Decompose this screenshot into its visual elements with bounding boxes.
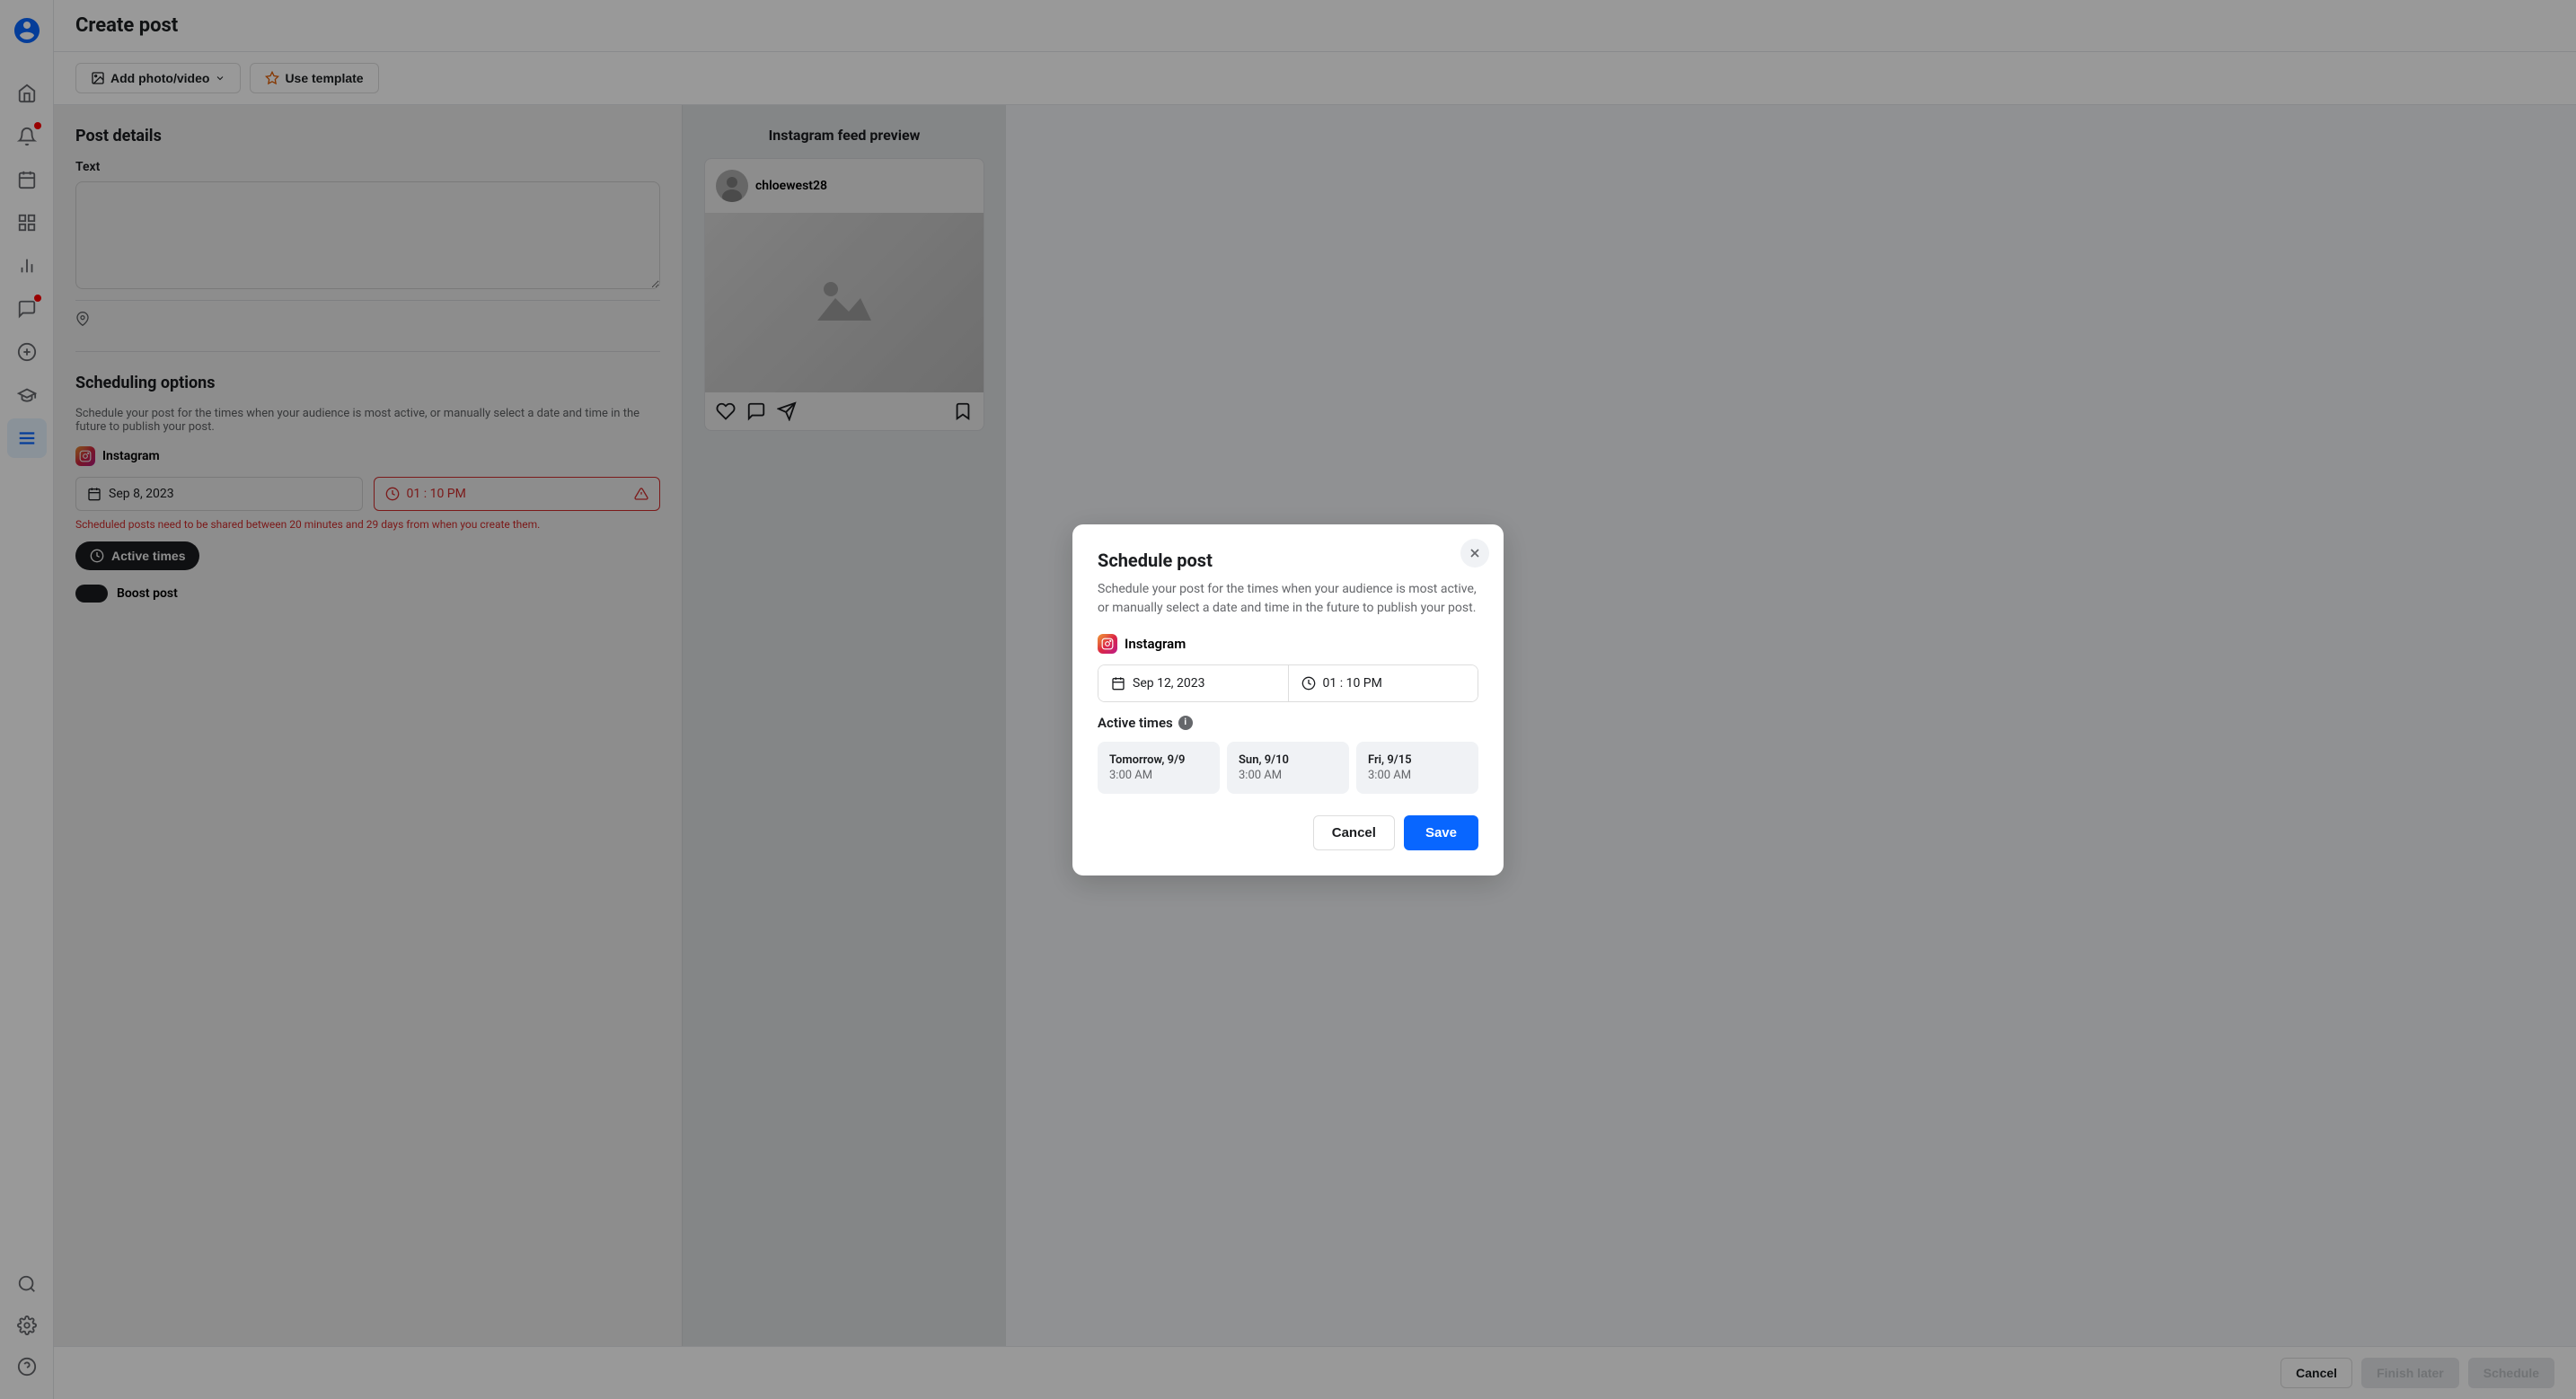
modal-platform-name: Instagram (1125, 636, 1186, 652)
modal-date-time: Sep 12, 2023 01 : 10 PM (1098, 664, 1478, 702)
modal-active-times-label: Active times i (1098, 715, 1478, 731)
modal-cancel-label: Cancel (1332, 825, 1376, 840)
modal-save-label: Save (1425, 825, 1457, 840)
modal-time-value: 01 : 10 PM (1323, 676, 1382, 691)
modal-title: Schedule post (1098, 550, 1478, 571)
modal-description: Schedule your post for the times when yo… (1098, 580, 1478, 618)
modal-platform-row: Instagram (1098, 634, 1478, 654)
modal-calendar-icon (1111, 676, 1125, 691)
modal-actions: Cancel Save (1098, 815, 1478, 850)
schedule-modal: Schedule post Schedule your post for the… (1072, 524, 1504, 875)
modal-save-button[interactable]: Save (1404, 815, 1478, 850)
time-slot-date: Sun, 9/10 (1239, 753, 1337, 767)
modal-date-field[interactable]: Sep 12, 2023 (1098, 665, 1289, 701)
time-slot-date: Fri, 9/15 (1368, 753, 1467, 767)
time-slot[interactable]: Fri, 9/15 3:00 AM (1356, 742, 1478, 794)
time-slot-time: 3:00 AM (1368, 769, 1467, 782)
modal-clock-icon (1301, 676, 1316, 691)
modal-cancel-button[interactable]: Cancel (1313, 815, 1395, 850)
time-slots-grid: Tomorrow, 9/9 3:00 AM Sun, 9/10 3:00 AM … (1098, 742, 1478, 794)
active-times-text: Active times (1098, 715, 1173, 731)
modal-close-button[interactable] (1460, 539, 1489, 568)
modal-overlay: Schedule post Schedule your post for the… (0, 0, 2576, 1399)
time-slot[interactable]: Sun, 9/10 3:00 AM (1227, 742, 1349, 794)
modal-instagram-icon (1098, 634, 1117, 654)
time-slot-date: Tomorrow, 9/9 (1109, 753, 1208, 767)
close-icon (1468, 546, 1482, 560)
time-slot[interactable]: Tomorrow, 9/9 3:00 AM (1098, 742, 1220, 794)
time-slot-time: 3:00 AM (1239, 769, 1337, 782)
info-icon[interactable]: i (1178, 716, 1193, 730)
modal-date-value: Sep 12, 2023 (1133, 676, 1205, 691)
time-slot-time: 3:00 AM (1109, 769, 1208, 782)
modal-time-field[interactable]: 01 : 10 PM (1289, 665, 1478, 701)
